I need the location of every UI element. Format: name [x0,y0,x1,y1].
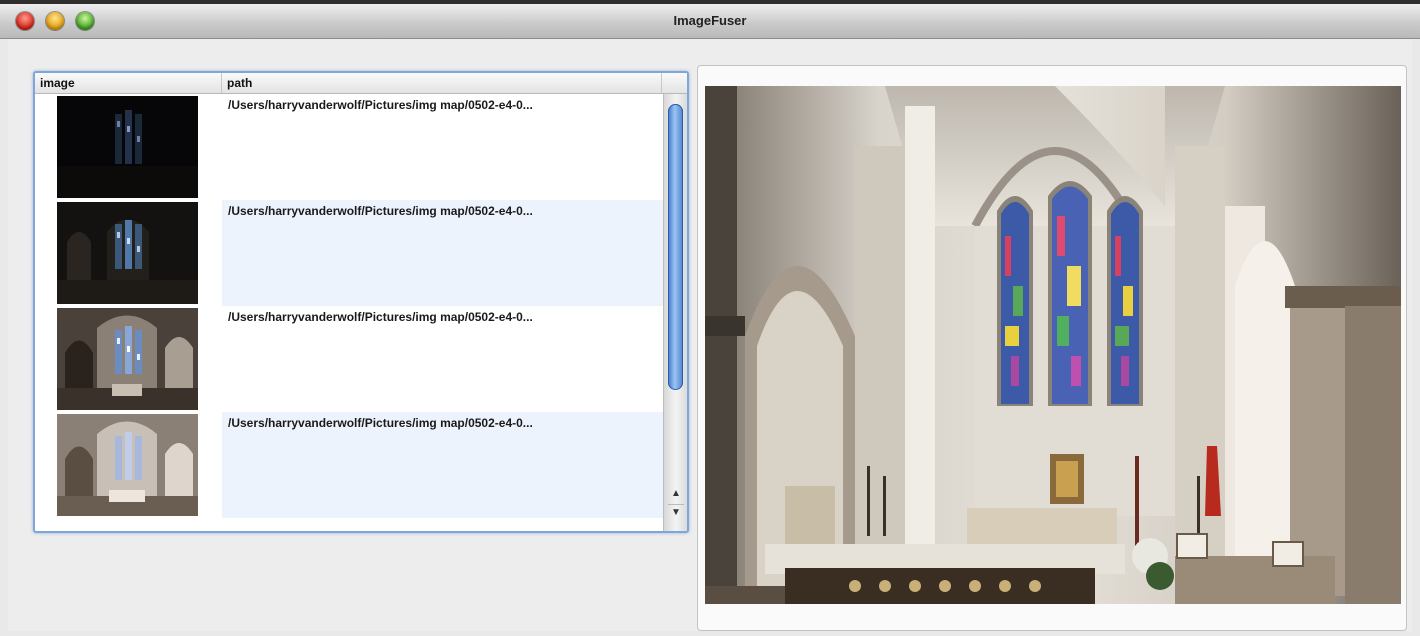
scroll-up-arrow-icon[interactable]: ▲ [668,486,684,502]
window-title: ImageFuser [673,13,747,28]
image-cell[interactable] [35,306,222,412]
main-content: image path /Users/harryvanderwolf/Pictur… [8,39,1412,631]
scrollbar-thumb[interactable] [668,104,683,390]
title-bar[interactable]: ImageFuser [0,4,1420,39]
app-window: ImageFuser image path /Users/harryvander… [0,4,1420,636]
table-scrollbar[interactable]: ▲ ▼ [663,94,687,531]
path-cell[interactable]: /Users/harryvanderwolf/Pictures/img map/… [222,306,663,412]
column-header-image[interactable]: image [35,73,222,93]
path-cell[interactable]: /Users/harryvanderwolf/Pictures/img map/… [222,412,663,518]
preview-panel [697,65,1407,631]
path-text: /Users/harryvanderwolf/Pictures/img map/… [228,416,533,430]
image-table[interactable]: image path /Users/harryvanderwolf/Pictur… [33,71,689,533]
path-text: /Users/harryvanderwolf/Pictures/img map/… [228,310,533,324]
image-cell[interactable] [35,200,222,306]
image-cell[interactable] [35,412,222,518]
path-text: /Users/harryvanderwolf/Pictures/img map/… [228,98,533,112]
column-header-path[interactable]: path [222,73,662,93]
thumbnail-image [57,202,198,304]
table-body: /Users/harryvanderwolf/Pictures/img map/… [35,94,663,531]
table-row[interactable]: /Users/harryvanderwolf/Pictures/img map/… [35,306,663,412]
image-cell[interactable] [35,94,222,200]
table-row[interactable]: /Users/harryvanderwolf/Pictures/img map/… [35,412,663,518]
table-header: image path [35,73,687,94]
thumbnail-image [57,414,198,516]
path-text: /Users/harryvanderwolf/Pictures/img map/… [228,204,533,218]
table-row[interactable]: /Users/harryvanderwolf/Pictures/img map/… [35,200,663,306]
table-row[interactable]: /Users/harryvanderwolf/Pictures/img map/… [35,94,663,200]
path-cell[interactable]: /Users/harryvanderwolf/Pictures/img map/… [222,200,663,306]
scroll-down-arrow-icon[interactable]: ▼ [668,504,684,521]
thumbnail-image [57,308,198,410]
path-cell[interactable]: /Users/harryvanderwolf/Pictures/img map/… [222,94,663,200]
thumbnail-image [57,96,198,198]
fused-image-preview[interactable] [705,86,1401,604]
